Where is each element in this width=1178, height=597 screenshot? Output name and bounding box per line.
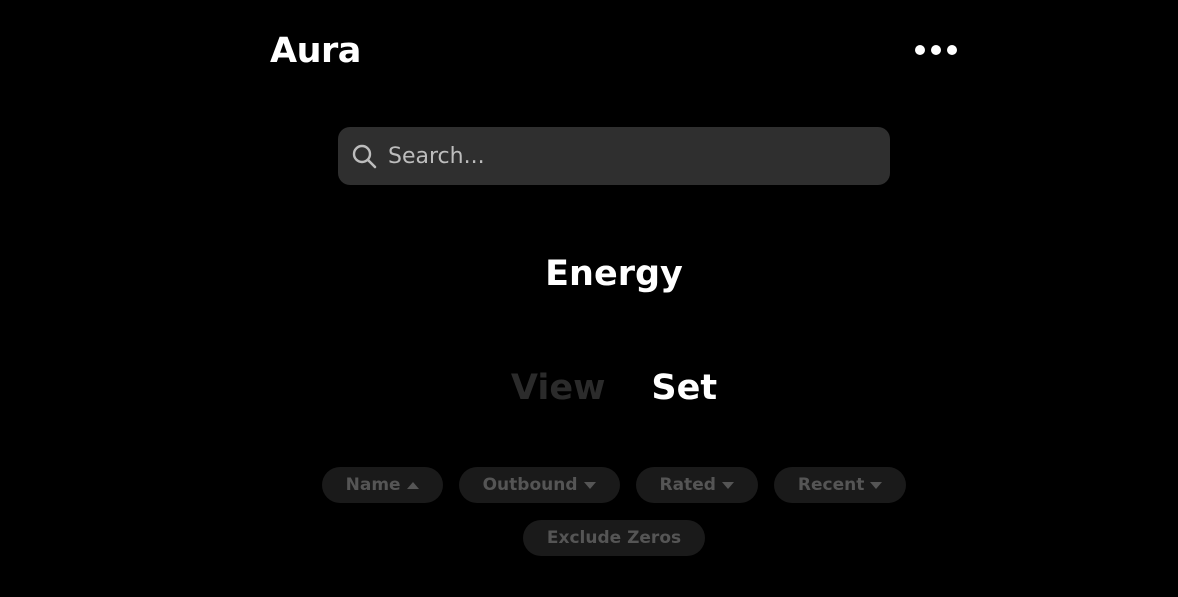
sort-recent-label: Recent	[797, 475, 865, 495]
caret-up-icon	[406, 481, 419, 489]
app-logo: Aura	[270, 31, 361, 71]
search-bar[interactable]	[338, 127, 890, 185]
toggle-view[interactable]: View	[511, 366, 606, 410]
filter-row: Exclude Zeros	[0, 520, 1178, 556]
sort-name-button[interactable]: Name	[321, 467, 443, 503]
page-title: Energy	[545, 254, 683, 294]
sort-rated-button[interactable]: Rated	[635, 467, 758, 503]
caret-down-icon	[721, 481, 734, 489]
sort-outbound-label: Outbound	[482, 475, 578, 495]
more-dot-icon	[947, 45, 957, 55]
sort-name-label: Name	[345, 475, 401, 495]
mode-toggle: View Set	[0, 366, 1178, 410]
sort-rated-label: Rated	[659, 475, 716, 495]
exclude-zeros-button[interactable]: Exclude Zeros	[522, 520, 706, 556]
more-options-button[interactable]	[910, 38, 962, 62]
toggle-set[interactable]: Set	[651, 366, 717, 410]
sort-outbound-button[interactable]: Outbound	[458, 467, 620, 503]
sort-buttons: Name Outbound Rated Recent	[0, 467, 1178, 503]
more-dot-icon	[915, 45, 925, 55]
sort-recent-button[interactable]: Recent	[773, 467, 907, 503]
search-icon	[350, 142, 378, 170]
caret-down-icon	[583, 481, 596, 489]
more-dot-icon	[931, 45, 941, 55]
search-input[interactable]	[386, 135, 890, 177]
caret-down-icon	[870, 481, 883, 489]
